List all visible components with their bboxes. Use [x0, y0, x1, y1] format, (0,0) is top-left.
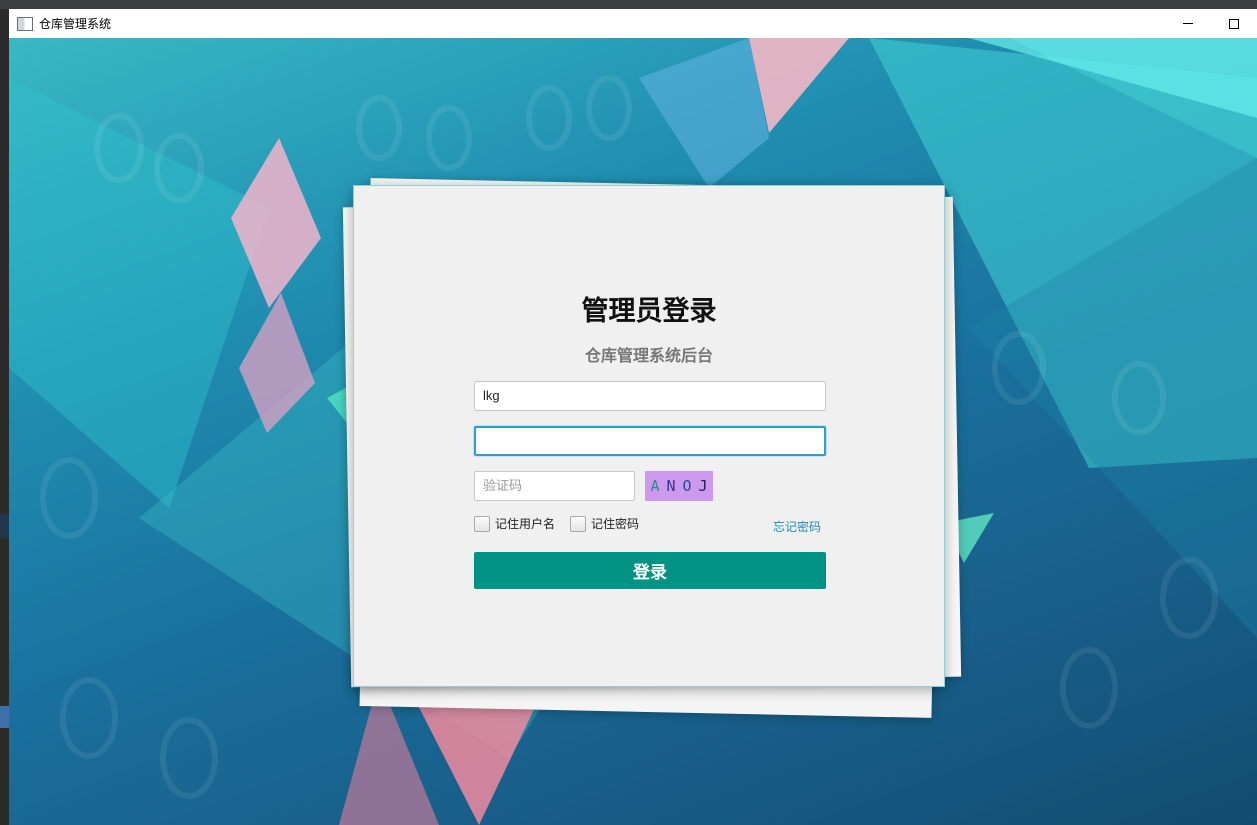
captcha-image[interactable]: A N O J [645, 471, 713, 501]
app-window-icon [17, 16, 33, 31]
checkbox-box[interactable] [474, 515, 490, 532]
login-button[interactable]: 登录 [474, 552, 826, 589]
window-controls [1165, 9, 1257, 38]
title-bar[interactable]: 仓库管理系统 [9, 9, 1257, 38]
maximize-icon [1229, 18, 1239, 29]
remember-password-checkbox[interactable]: 记住密码 [570, 515, 639, 532]
forgot-password-link[interactable]: 忘记密码 [773, 518, 821, 535]
minimize-icon [1183, 23, 1193, 24]
minimize-button[interactable] [1165, 9, 1211, 38]
background-scene: 管理员登录 仓库管理系统后台 lkg 验证码 A N O J 记住用户名 记住密… [9, 38, 1257, 825]
login-subheading: 仓库管理系统后台 [584, 346, 713, 365]
password-input[interactable] [474, 426, 826, 456]
background-ide-toolbar [0, 0, 1257, 9]
captcha-input[interactable]: 验证码 [474, 471, 635, 501]
app-window: 仓库管理系统 管理员登录 仓库管理系统后台 lkg 验证码 A N O J 记住… [9, 9, 1257, 825]
maximize-button[interactable] [1211, 9, 1257, 38]
captcha-char: J [698, 477, 708, 495]
window-title: 仓库管理系统 [39, 17, 112, 31]
captcha-char: N [666, 477, 676, 495]
username-input[interactable]: lkg [474, 381, 826, 411]
remember-username-checkbox[interactable]: 记住用户名 [474, 515, 555, 532]
checkbox-box[interactable] [570, 515, 586, 532]
captcha-char: O [682, 477, 692, 495]
remember-password-label: 记住密码 [591, 517, 640, 531]
captcha-char: A [650, 477, 660, 495]
login-heading: 管理员登录 [581, 296, 717, 327]
remember-username-label: 记住用户名 [495, 517, 556, 531]
login-card: 管理员登录 仓库管理系统后台 lkg 验证码 A N O J 记住用户名 记住密… [353, 185, 945, 687]
ide-band [0, 514, 9, 538]
ide-marker [0, 706, 9, 728]
background-ide-sidebar [0, 9, 9, 825]
